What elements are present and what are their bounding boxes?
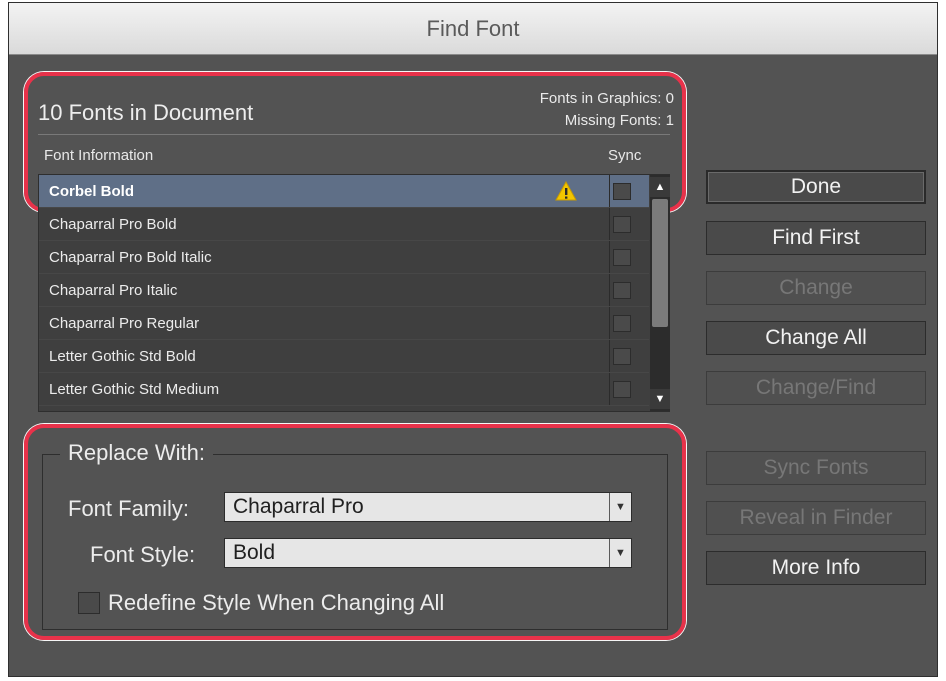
font-row[interactable]: Letter Gothic Std Medium (39, 373, 649, 406)
font-name: Chaparral Pro Bold (49, 215, 177, 233)
list-scrollbar[interactable]: ▲ ▼ (650, 175, 670, 411)
sync-checkbox[interactable] (613, 216, 631, 233)
window-title: Find Font (426, 15, 520, 41)
sync-fonts-button[interactable]: Sync Fonts (706, 451, 926, 485)
change-button[interactable]: Change (706, 271, 926, 305)
font-style-label: Font Style: (90, 542, 196, 567)
chevron-down-icon[interactable]: ▼ (609, 539, 631, 567)
redefine-style-checkbox[interactable] (78, 592, 100, 614)
font-name: Letter Gothic Std Bold (49, 347, 196, 365)
font-family-label: Font Family: (68, 496, 190, 521)
divider (38, 134, 670, 135)
change-find-button[interactable]: Change/Find (706, 371, 926, 405)
redefine-style-label[interactable]: Redefine Style When Changing All (108, 590, 444, 616)
missing-fonts: Missing Fonts: 1 (564, 112, 674, 129)
find-first-button[interactable]: Find First (706, 221, 926, 255)
column-header-sync[interactable]: Sync (608, 147, 641, 164)
font-row[interactable]: Chaparral Pro Bold (39, 208, 649, 241)
sync-divider (609, 340, 610, 372)
sync-divider (609, 274, 610, 306)
font-family-value: Chaparral Pro (233, 495, 364, 518)
reveal-in-finder-button[interactable]: Reveal in Finder (706, 501, 926, 535)
scroll-up-arrow-icon[interactable]: ▲ (650, 177, 670, 197)
fonts-in-graphics: Fonts in Graphics: 0 (539, 90, 674, 107)
scroll-down-arrow-icon[interactable]: ▼ (650, 389, 670, 409)
font-name: Chaparral Pro Regular (49, 314, 200, 332)
font-row[interactable]: Letter Gothic Std Bold (39, 340, 649, 373)
font-style-value: Bold (233, 541, 276, 564)
sync-divider (609, 241, 610, 273)
font-row[interactable]: Chaparral Pro Regular (39, 307, 649, 340)
font-style-select[interactable]: Bold ▼ (224, 538, 632, 568)
chevron-down-icon[interactable]: ▼ (609, 493, 631, 521)
replace-with-title: Replace With: (60, 440, 213, 466)
sync-checkbox[interactable] (613, 249, 631, 266)
sync-divider (609, 373, 610, 405)
font-family-select[interactable]: Chaparral Pro ▼ (224, 492, 632, 522)
font-list: Corbel Bold Chaparral Pro Bold Chaparral… (38, 174, 670, 412)
sync-divider (609, 307, 610, 339)
font-name: Letter Gothic Std Medium (49, 380, 220, 398)
sync-checkbox[interactable] (613, 282, 631, 299)
sync-divider (609, 175, 610, 207)
done-button[interactable]: Done (706, 170, 926, 204)
fonts-in-document-count: 10 Fonts in Document (38, 100, 254, 125)
font-name: Chaparral Pro Bold Italic (49, 248, 212, 266)
warning-icon (555, 181, 577, 201)
font-row[interactable]: Chaparral Pro Bold Italic (39, 241, 649, 274)
more-info-button[interactable]: More Info (706, 551, 926, 585)
font-row-corbel-bold[interactable]: Corbel Bold (39, 175, 649, 208)
column-header-font-information[interactable]: Font Information (44, 147, 153, 164)
font-name: Chaparral Pro Italic (49, 281, 178, 299)
scroll-thumb[interactable] (652, 199, 668, 327)
font-row[interactable]: Chaparral Pro Italic (39, 274, 649, 307)
sync-divider (609, 208, 610, 240)
sync-checkbox[interactable] (613, 381, 631, 398)
sync-checkbox[interactable] (613, 183, 631, 200)
change-all-button[interactable]: Change All (706, 321, 926, 355)
title-bar[interactable]: Find Font (9, 3, 937, 55)
graphics-info: Fonts in Graphics: 0 Missing Fonts: 1 (540, 88, 674, 132)
sync-checkbox[interactable] (613, 348, 631, 365)
sync-checkbox[interactable] (613, 315, 631, 332)
